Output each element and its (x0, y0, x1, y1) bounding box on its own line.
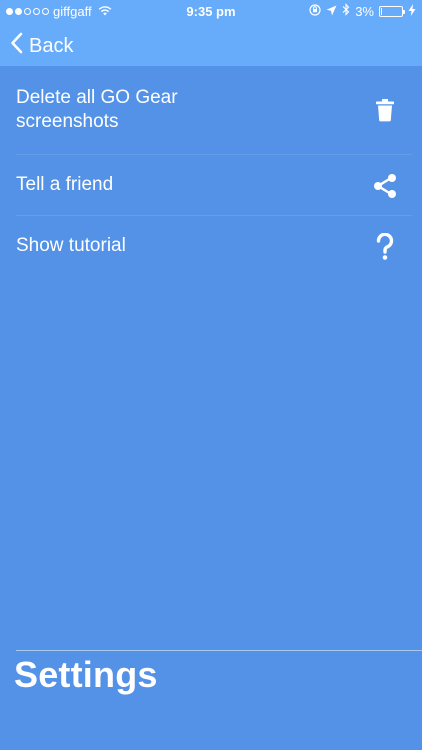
location-arrow-icon (326, 4, 337, 19)
status-right: 3% (309, 3, 416, 19)
question-mark-icon (372, 233, 398, 260)
app-header: giffgaff 9:35 pm 3% Back (0, 0, 422, 66)
bluetooth-icon (342, 3, 350, 19)
back-label: Back (29, 34, 74, 57)
menu-item-tell-a-friend[interactable]: Tell a friend (0, 155, 422, 216)
orientation-lock-icon (309, 3, 321, 19)
menu-item-label: Tell a friend (16, 174, 114, 195)
battery-level-fill (381, 7, 382, 15)
menu-item-label: Show tutorial (16, 235, 126, 256)
page-title: Settings (14, 654, 158, 695)
share-icon (372, 173, 398, 199)
menu-item-label: Delete all GO Gear screenshots (16, 87, 178, 132)
settings-menu: Delete all GO Gear screenshots Tell a fr… (0, 66, 422, 278)
menu-item-show-tutorial[interactable]: Show tutorial (0, 216, 422, 278)
back-button[interactable]: Back (10, 32, 73, 60)
chevron-left-icon (10, 32, 23, 60)
title-divider (16, 650, 422, 651)
menu-item-delete-screenshots[interactable]: Delete all GO Gear screenshots (0, 66, 422, 155)
navigation-bar: Back (0, 22, 422, 66)
status-bar: giffgaff 9:35 pm 3% (0, 0, 422, 22)
trash-icon (372, 97, 398, 123)
charging-bolt-icon (408, 3, 416, 19)
battery-percent: 3% (355, 3, 374, 19)
battery-icon (379, 5, 405, 17)
